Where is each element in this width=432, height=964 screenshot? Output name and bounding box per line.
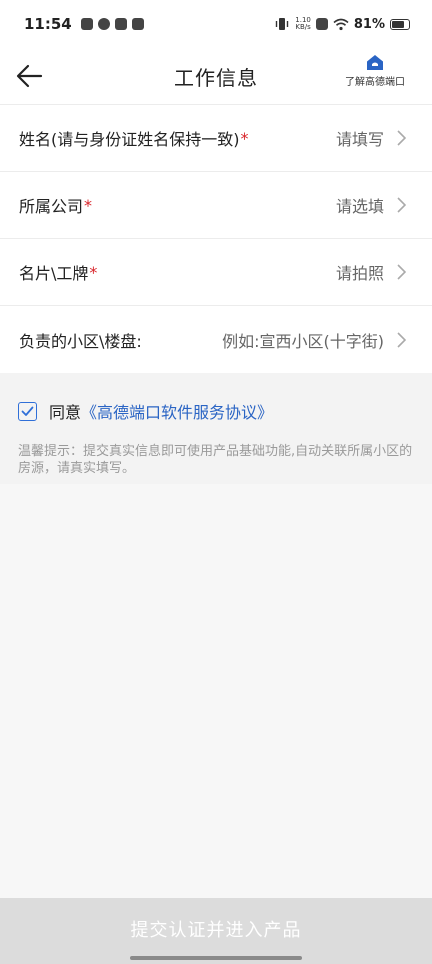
submit-label: 提交认证并进入产品 bbox=[130, 920, 302, 941]
company-value-group: 请选填 bbox=[336, 193, 406, 217]
agreement-line: 同意 《高德端口软件服务协议》 bbox=[18, 399, 414, 423]
battery-icon bbox=[390, 18, 410, 30]
business-card-value-group: 请拍照 bbox=[336, 260, 406, 284]
net-speed-unit: KB/s bbox=[295, 23, 311, 31]
back-arrow-icon bbox=[16, 64, 43, 88]
company-label-group: 所属公司 * bbox=[19, 193, 92, 217]
required-mark: * bbox=[240, 128, 249, 148]
net-speed: 1.10 KB/s bbox=[295, 17, 311, 31]
business-card-row[interactable]: 名片\工牌 * 请拍照 bbox=[0, 239, 432, 306]
name-value-group: 请填写 bbox=[336, 126, 406, 150]
chevron-right-icon bbox=[397, 197, 406, 213]
message-icon bbox=[131, 18, 144, 30]
required-mark: * bbox=[84, 195, 93, 215]
community-row[interactable]: 负责的小区\楼盘: 例如:宣西小区(十字街) bbox=[0, 306, 432, 373]
company-label: 所属公司 bbox=[19, 197, 84, 216]
community-label-group: 负责的小区\楼盘: bbox=[19, 328, 142, 352]
empty-area bbox=[0, 484, 432, 898]
chevron-right-icon bbox=[397, 331, 406, 348]
work-info-form: 姓名(请与身份证姓名保持一致) * 请填写 所属公司 * 请选填 名片\工牌 * 请拍… bbox=[0, 104, 432, 373]
business-card-placeholder: 请拍照 bbox=[335, 264, 384, 283]
chevron-right-icon bbox=[397, 264, 406, 280]
status-left: 11:54 bbox=[24, 15, 144, 33]
play-icon bbox=[114, 18, 127, 30]
agreement-prefix: 同意 bbox=[49, 403, 82, 422]
name-placeholder: 请填写 bbox=[335, 130, 384, 149]
nav-bar: 工作信息 了解高德端口 bbox=[0, 48, 432, 104]
company-row[interactable]: 所属公司 * 请选填 bbox=[0, 172, 432, 239]
battery-percent: 81% bbox=[353, 16, 385, 32]
app-notification-icon bbox=[97, 18, 110, 30]
agreement-section: 同意 《高德端口软件服务协议》 温馨提示：提交真实信息即可使用产品基础功能,自动… bbox=[0, 373, 432, 491]
business-card-label: 名片\工牌 bbox=[19, 264, 89, 283]
vibrate-icon bbox=[276, 18, 289, 30]
community-value-group: 例如:宣西小区(十字街) bbox=[222, 328, 406, 352]
about-link[interactable]: 了解高德端口 bbox=[340, 54, 410, 88]
back-button[interactable] bbox=[14, 60, 46, 92]
community-placeholder: 例如:宣西小区(十字街) bbox=[222, 331, 384, 351]
house-logo-icon bbox=[367, 55, 383, 70]
submit-button[interactable]: 提交认证并进入产品 bbox=[0, 898, 432, 964]
agreement-link[interactable]: 《高德端口软件服务协议》 bbox=[81, 399, 273, 423]
status-time: 11:54 bbox=[24, 15, 72, 33]
no-sim-icon bbox=[315, 18, 328, 30]
page-title: 工作信息 bbox=[174, 65, 258, 90]
agreement-checkbox[interactable] bbox=[18, 401, 37, 421]
checkmark-icon bbox=[21, 406, 34, 416]
name-label-group: 姓名(请与身份证姓名保持一致) * bbox=[19, 126, 249, 150]
company-placeholder: 请选填 bbox=[335, 197, 384, 216]
name-label: 姓名(请与身份证姓名保持一致) bbox=[19, 130, 240, 149]
wifi-icon bbox=[333, 18, 349, 30]
battery-fill bbox=[392, 20, 405, 28]
tip-text: 温馨提示：提交真实信息即可使用产品基础功能,自动关联所属小区的房源，请真实填写。 bbox=[18, 444, 413, 476]
community-label: 负责的小区\楼盘: bbox=[19, 331, 142, 351]
name-row[interactable]: 姓名(请与身份证姓名保持一致) * 请填写 bbox=[0, 105, 432, 172]
home-indicator[interactable] bbox=[130, 956, 302, 960]
status-bar: 11:54 1.10 KB/s 81% bbox=[0, 0, 432, 48]
about-label: 了解高德端口 bbox=[345, 77, 405, 88]
notification-icon bbox=[80, 18, 93, 30]
chevron-right-icon bbox=[397, 130, 406, 146]
required-mark: * bbox=[89, 262, 98, 282]
status-right: 1.10 KB/s 81% bbox=[274, 17, 410, 32]
business-card-label-group: 名片\工牌 * bbox=[19, 260, 97, 284]
